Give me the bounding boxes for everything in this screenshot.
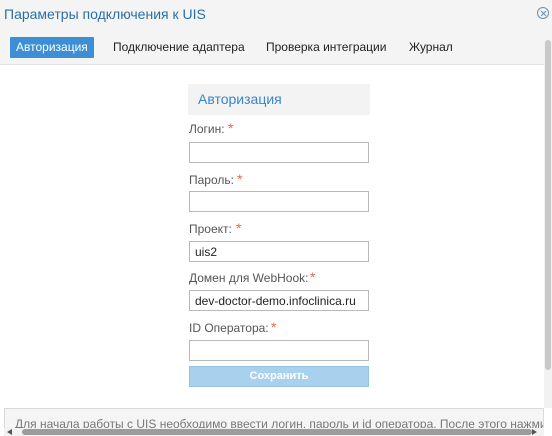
window-titlebar: Параметры подключения к UIS bbox=[0, 0, 552, 31]
password-label: Пароль: bbox=[189, 173, 234, 187]
required-mark: * bbox=[228, 120, 234, 136]
window-title: Параметры подключения к UIS bbox=[4, 6, 206, 22]
login-input[interactable] bbox=[189, 142, 369, 163]
tab-authorization[interactable]: Авторизация bbox=[10, 37, 94, 58]
vertical-scrollbar-thumb[interactable] bbox=[545, 40, 551, 370]
required-mark: * bbox=[310, 269, 316, 285]
info-text: Для начала работы с UIS необходимо ввест… bbox=[15, 417, 544, 428]
vertical-scrollbar[interactable] bbox=[544, 40, 552, 408]
project-input[interactable] bbox=[189, 241, 369, 262]
password-input[interactable] bbox=[189, 191, 369, 212]
scroll-right-icon[interactable] bbox=[532, 429, 537, 435]
tab-adapter-connection[interactable]: Подключение адаптера bbox=[107, 37, 251, 58]
horizontal-scrollbar-thumb[interactable] bbox=[22, 429, 532, 435]
tab-bar: Авторизация Подключение адаптера Проверк… bbox=[0, 30, 552, 65]
save-button[interactable]: Сохранить bbox=[189, 366, 369, 387]
horizontal-scrollbar[interactable] bbox=[4, 428, 544, 436]
project-label: Проект: bbox=[189, 222, 232, 236]
required-mark: * bbox=[237, 171, 243, 187]
operator-id-input[interactable] bbox=[189, 340, 369, 361]
webhook-domain-input[interactable] bbox=[189, 290, 369, 311]
tab-integration-check[interactable]: Проверка интеграции bbox=[260, 37, 392, 58]
required-mark: * bbox=[271, 319, 277, 335]
webhook-domain-label: Домен для WebHook: bbox=[189, 271, 309, 285]
login-label: Логин: bbox=[189, 122, 225, 136]
operator-id-label: ID Оператора: bbox=[189, 321, 269, 335]
form-title: Авторизация bbox=[198, 91, 282, 107]
close-icon[interactable] bbox=[537, 7, 549, 19]
info-bar: Для начала работы с UIS необходимо ввест… bbox=[4, 408, 544, 428]
tab-journal[interactable]: Журнал bbox=[403, 37, 459, 58]
required-mark: * bbox=[236, 220, 242, 236]
form-header: Авторизация bbox=[188, 84, 370, 115]
scroll-left-icon[interactable] bbox=[7, 429, 12, 435]
